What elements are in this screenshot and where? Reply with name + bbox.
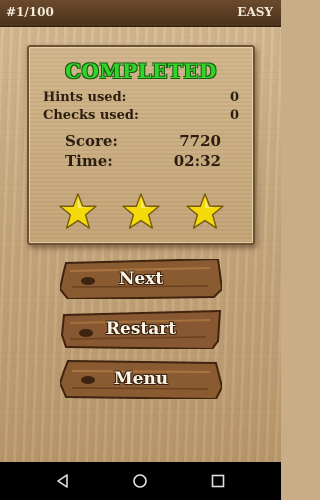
results-panel: COMPLETED Hints used: 0 Checks used: 0 S… [27,45,255,245]
score-value: 7720 [179,132,221,150]
next-button[interactable]: Next [60,259,222,299]
restart-button[interactable]: Restart [60,309,222,349]
star-icon [122,193,160,229]
next-label: Next [118,269,164,289]
difficulty-label: EASY [237,5,273,19]
top-bar: #1/100 EASY [0,0,281,27]
checks-value: 0 [229,108,239,123]
hints-label: Hints used: [43,90,127,105]
hints-value: 0 [229,90,239,105]
star-rating [29,192,253,232]
checks-label: Checks used: [43,108,139,123]
recents-icon[interactable] [210,473,226,489]
star-icon [186,193,224,229]
score-label: Score: [65,132,118,150]
home-icon[interactable] [132,473,148,489]
menu-button[interactable]: Menu [60,359,222,399]
restart-label: Restart [105,319,177,339]
back-icon[interactable] [55,473,71,489]
menu-label: Menu [113,369,169,389]
completed-title: COMPLETED [65,59,217,83]
star-icon [59,193,97,229]
time-value: 02:32 [173,152,221,170]
time-label: Time: [65,152,113,170]
level-indicator: #1/100 [6,5,54,19]
android-navigation-bar [0,462,281,500]
